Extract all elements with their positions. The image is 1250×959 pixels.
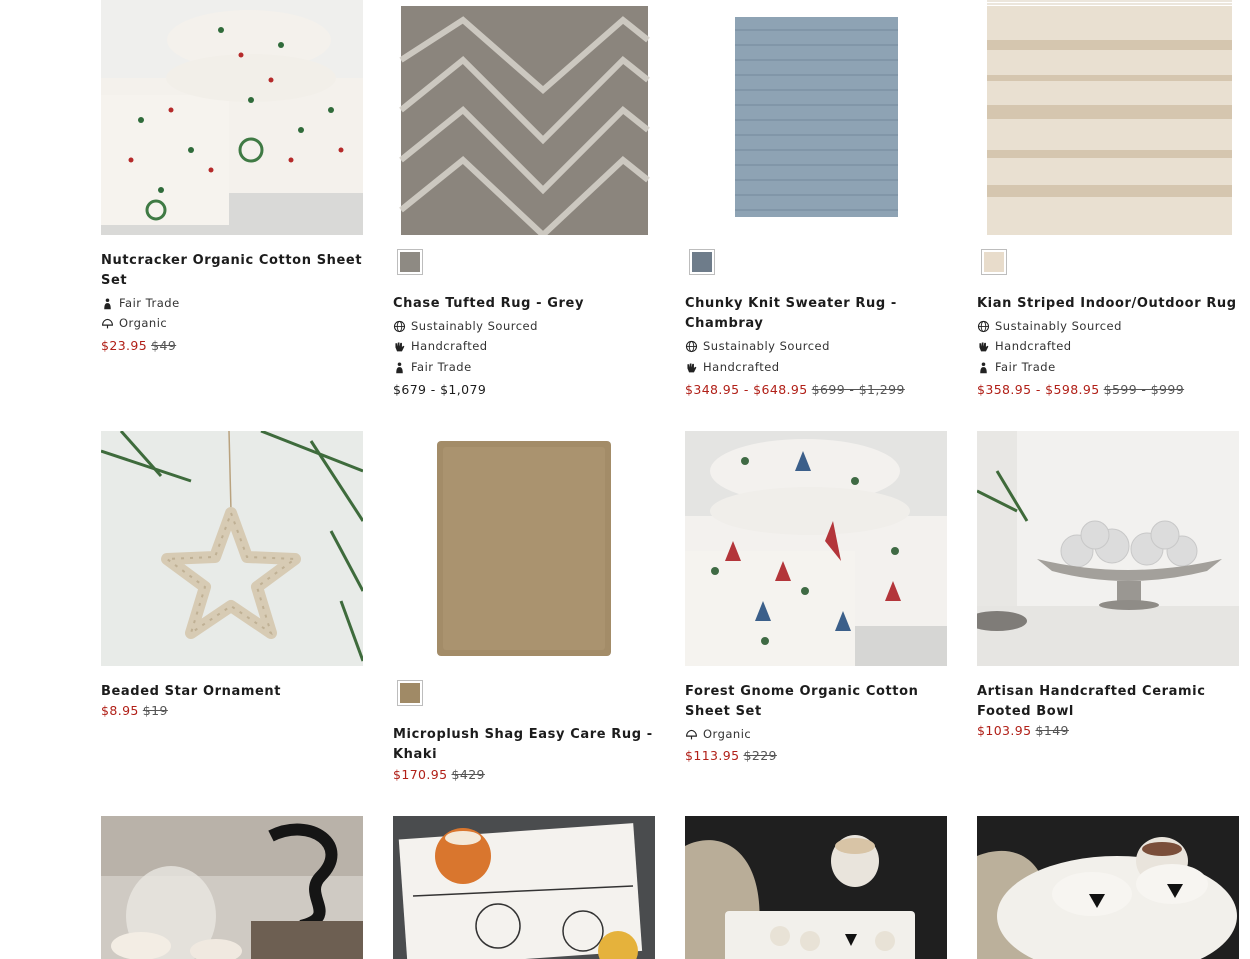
product-price: $679 - $1,079 bbox=[393, 382, 486, 397]
attribute-label: Sustainably Sourced bbox=[703, 339, 830, 353]
product-image[interactable] bbox=[101, 431, 363, 666]
product-image[interactable] bbox=[685, 0, 947, 235]
product-attribute: Organic bbox=[101, 313, 167, 333]
product-image[interactable] bbox=[977, 0, 1239, 235]
swatch-fill bbox=[984, 252, 1004, 272]
product-price: $103.95 $149 bbox=[977, 723, 1069, 738]
product-image[interactable] bbox=[393, 431, 655, 666]
sale-price: $170.95 bbox=[393, 767, 448, 782]
product-image[interactable] bbox=[393, 0, 655, 235]
sale-price: $358.95 - $598.95 bbox=[977, 382, 1100, 397]
product-image[interactable] bbox=[101, 0, 363, 235]
original-price: $49 bbox=[151, 338, 177, 353]
fair-trade-icon bbox=[104, 297, 111, 309]
product-title[interactable]: Chase Tufted Rug - Grey bbox=[393, 294, 655, 314]
product-attribute: Fair Trade bbox=[393, 357, 472, 377]
product-image[interactable] bbox=[977, 431, 1239, 666]
product-attribute: Fair Trade bbox=[977, 357, 1056, 377]
swatch-fill bbox=[400, 252, 420, 272]
attribute-label: Handcrafted bbox=[703, 360, 780, 374]
sale-price: $113.95 bbox=[685, 748, 740, 763]
organic-icon bbox=[102, 318, 113, 328]
organic-icon bbox=[686, 729, 697, 739]
product-title[interactable]: Forest Gnome Organic Cotton Sheet Set bbox=[685, 682, 947, 722]
sale-price: $103.95 bbox=[977, 723, 1032, 738]
product-attribute: Handcrafted bbox=[977, 336, 1072, 356]
color-swatch[interactable] bbox=[981, 249, 1007, 275]
original-price: $149 bbox=[1035, 723, 1069, 738]
swatch-fill bbox=[692, 252, 712, 272]
product-title[interactable]: Microplush Shag Easy Care Rug - Khaki bbox=[393, 725, 655, 765]
fair-trade-icon bbox=[980, 361, 987, 373]
swatch-fill bbox=[400, 683, 420, 703]
product-price: $348.95 - $648.95 $699 - $1,299 bbox=[685, 382, 905, 397]
product-attribute: Handcrafted bbox=[393, 336, 488, 356]
product-title[interactable]: Beaded Star Ornament bbox=[101, 682, 363, 702]
product-attribute: Sustainably Sourced bbox=[977, 316, 1122, 336]
product-attribute: Fair Trade bbox=[101, 293, 180, 313]
hand-icon bbox=[687, 362, 697, 372]
attribute-label: Sustainably Sourced bbox=[411, 319, 538, 333]
attribute-label: Sustainably Sourced bbox=[995, 319, 1122, 333]
attribute-label: Fair Trade bbox=[119, 296, 180, 310]
product-price: $358.95 - $598.95 $599 - $999 bbox=[977, 382, 1184, 397]
product-title[interactable]: Nutcracker Organic Cotton Sheet Set bbox=[101, 251, 363, 291]
product-price: $8.95 $19 bbox=[101, 703, 168, 718]
attribute-label: Fair Trade bbox=[411, 360, 472, 374]
color-swatch[interactable] bbox=[397, 249, 423, 275]
product-image[interactable] bbox=[685, 816, 947, 959]
globe-icon bbox=[393, 320, 406, 332]
product-title[interactable]: Chunky Knit Sweater Rug - Chambray bbox=[685, 294, 947, 334]
product-attribute: Sustainably Sourced bbox=[393, 316, 538, 336]
sale-price: $23.95 bbox=[101, 338, 148, 353]
attribute-label: Handcrafted bbox=[995, 339, 1072, 353]
product-attribute: Handcrafted bbox=[685, 357, 780, 377]
original-price: $229 bbox=[743, 748, 777, 763]
attribute-label: Organic bbox=[703, 727, 752, 741]
hand-icon bbox=[395, 341, 405, 351]
product-price: $113.95 $229 bbox=[685, 748, 777, 763]
attribute-label: Fair Trade bbox=[995, 360, 1056, 374]
globe-icon bbox=[685, 340, 698, 352]
product-attribute: Organic bbox=[685, 724, 751, 744]
product-image[interactable] bbox=[685, 431, 947, 666]
fair-trade-icon bbox=[396, 361, 403, 373]
regular-price: $679 - $1,079 bbox=[393, 382, 487, 397]
attribute-label: Organic bbox=[119, 316, 168, 330]
product-image[interactable] bbox=[101, 816, 363, 959]
color-swatch[interactable] bbox=[397, 680, 423, 706]
product-price: $23.95 $49 bbox=[101, 338, 176, 353]
product-image[interactable] bbox=[393, 816, 655, 959]
product-price: $170.95 $429 bbox=[393, 767, 485, 782]
hand-icon bbox=[979, 341, 989, 351]
original-price: $599 - $999 bbox=[1103, 382, 1185, 397]
original-price: $699 - $1,299 bbox=[811, 382, 905, 397]
product-image[interactable] bbox=[977, 816, 1239, 959]
product-attribute: Sustainably Sourced bbox=[685, 336, 830, 356]
sale-price: $348.95 - $648.95 bbox=[685, 382, 808, 397]
original-price: $19 bbox=[142, 703, 168, 718]
color-swatch[interactable] bbox=[689, 249, 715, 275]
attribute-label: Handcrafted bbox=[411, 339, 488, 353]
globe-icon bbox=[977, 320, 990, 332]
sale-price: $8.95 bbox=[101, 703, 139, 718]
original-price: $429 bbox=[451, 767, 485, 782]
product-title[interactable]: Artisan Handcrafted Ceramic Footed Bowl bbox=[977, 682, 1239, 722]
product-title[interactable]: Kian Striped Indoor/Outdoor Rug bbox=[977, 294, 1239, 314]
